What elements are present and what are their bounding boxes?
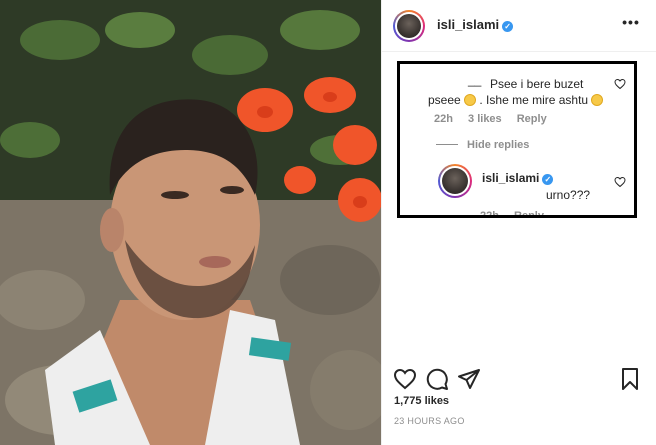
- reply-time: 22h: [480, 210, 499, 218]
- reply-reply-button[interactable]: Reply: [514, 210, 544, 215]
- username-text[interactable]: isli_islami: [437, 17, 499, 32]
- post-actions: [381, 360, 656, 400]
- comment-line-2a: pseee: [428, 93, 461, 107]
- smile-emoji-icon: [591, 94, 604, 106]
- post-username[interactable]: isli_islami ✓: [437, 17, 514, 32]
- selfie-image: [0, 0, 381, 445]
- reply-like-heart-icon[interactable]: [614, 176, 626, 188]
- comment-icon[interactable]: [425, 367, 449, 391]
- more-options-icon[interactable]: •••: [622, 14, 640, 32]
- comment-text: Psee i bere buzet pseee . Ishe me mire a…: [428, 76, 608, 108]
- smirk-emoji-icon: [464, 94, 477, 106]
- hide-replies-line: [436, 144, 458, 145]
- post-timestamp[interactable]: 23 HOURS AGO: [394, 416, 465, 426]
- bookmark-icon[interactable]: [618, 367, 642, 391]
- hide-replies-button[interactable]: Hide replies: [467, 139, 529, 151]
- reply-meta: 22h Reply: [480, 210, 556, 218]
- reply-text: urno???: [546, 188, 591, 202]
- reply-author[interactable]: isli_islami ✓: [482, 171, 554, 185]
- comment-reply-button[interactable]: Reply: [517, 113, 547, 125]
- comment-likes[interactable]: 3 likes: [468, 113, 502, 125]
- comment-thread-highlight: __ Psee i bere buzet pseee . Ishe me mir…: [397, 61, 637, 218]
- share-icon[interactable]: [457, 367, 481, 391]
- post-photo: [0, 0, 381, 445]
- comment-like-heart-icon[interactable]: [614, 78, 626, 90]
- post-header: isli_islami ✓ •••: [381, 0, 656, 52]
- comment-time: 22h: [434, 113, 453, 125]
- comment-meta: 22h 3 likes Reply: [434, 113, 559, 125]
- comment-line-1: Psee i bere buzet: [490, 77, 584, 91]
- reply-avatar[interactable]: [438, 164, 472, 198]
- comment-line-2b: . Ishe me mire ashtu: [479, 93, 589, 107]
- reply-username[interactable]: isli_islami: [482, 171, 539, 185]
- verified-badge-icon: ✓: [502, 21, 514, 32]
- verified-badge-icon: ✓: [542, 174, 554, 185]
- profile-avatar[interactable]: [393, 10, 425, 42]
- post-like-count[interactable]: 1,775 likes: [394, 395, 449, 407]
- heart-icon[interactable]: [393, 367, 417, 391]
